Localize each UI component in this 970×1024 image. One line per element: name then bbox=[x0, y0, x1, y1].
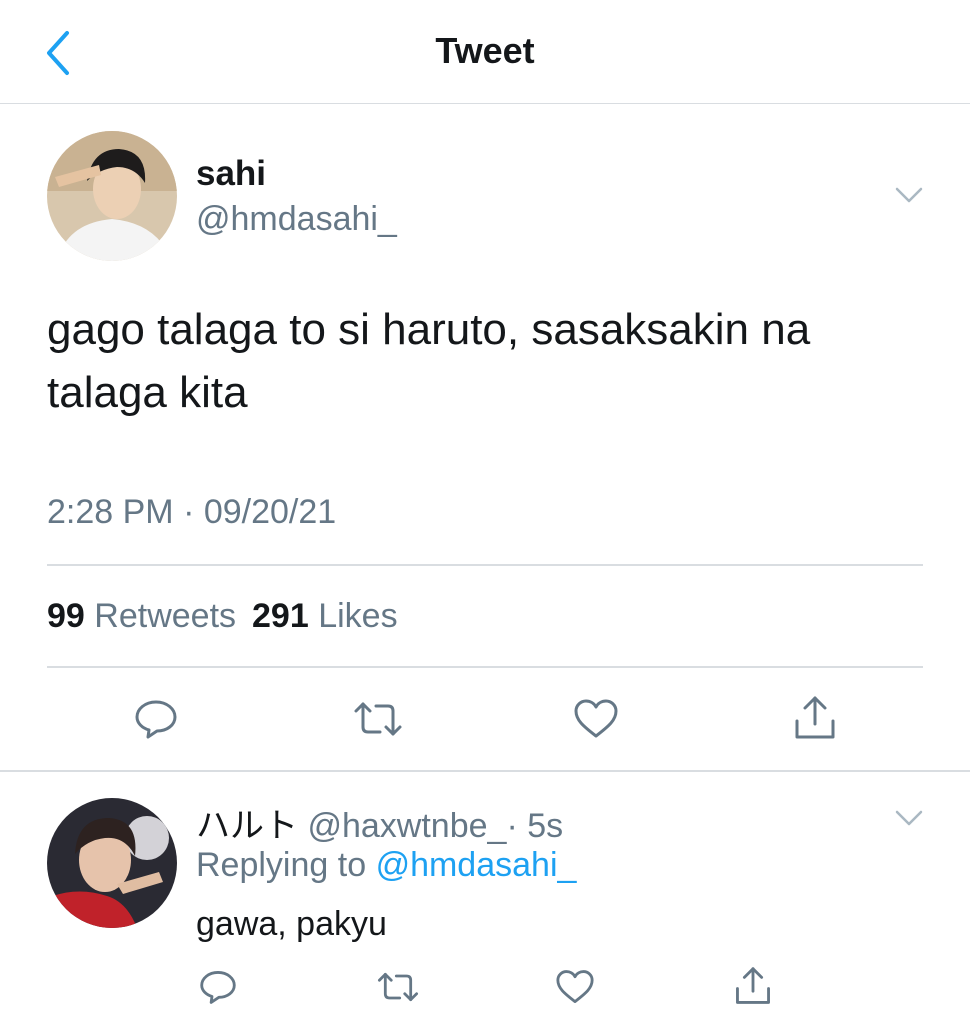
like-icon bbox=[556, 970, 594, 1003]
retweets-count: 99 bbox=[47, 597, 85, 635]
reply-time: · 5s bbox=[506, 807, 564, 845]
divider bbox=[47, 564, 923, 566]
reply-share-button[interactable] bbox=[731, 964, 775, 1008]
retweet-icon bbox=[354, 702, 402, 736]
likes-stat[interactable]: 291 Likes bbox=[252, 597, 398, 635]
replying-prefix: Replying to bbox=[196, 846, 367, 884]
chevron-down-icon bbox=[895, 187, 923, 203]
reply-author-name[interactable]: ハルト bbox=[196, 807, 298, 845]
tweet-stats: 99 Retweets 291 Likes bbox=[47, 597, 398, 636]
replying-to: Replying to @hmdasahi_ bbox=[196, 846, 576, 885]
author-handle[interactable]: @hmdasahi_ bbox=[196, 200, 397, 239]
reply-button[interactable] bbox=[130, 696, 182, 742]
tweet-timestamp: 2:28 PM · 09/20/21 bbox=[47, 493, 337, 531]
reply-reply-button[interactable] bbox=[196, 966, 240, 1008]
reply-header: ハルト @haxwtnbe_· 5s bbox=[196, 798, 563, 847]
tweet-menu-button[interactable] bbox=[889, 180, 929, 210]
retweets-label: Retweets bbox=[94, 597, 237, 635]
retweet-button[interactable] bbox=[350, 696, 406, 742]
retweets-stat[interactable]: 99 Retweets bbox=[47, 597, 236, 635]
replying-to-link[interactable]: @hmdasahi_ bbox=[376, 846, 577, 884]
page-title: Tweet bbox=[435, 30, 535, 71]
like-icon bbox=[574, 699, 618, 738]
likes-count: 291 bbox=[252, 597, 309, 635]
retweet-icon bbox=[377, 972, 419, 1002]
reply-text: gawa, pakyu bbox=[196, 905, 387, 943]
reply-author-handle[interactable]: @haxwtnbe_ bbox=[307, 807, 506, 845]
reply-menu-button[interactable] bbox=[889, 803, 929, 833]
share-button[interactable] bbox=[790, 694, 840, 742]
divider bbox=[0, 770, 970, 772]
like-button[interactable] bbox=[570, 696, 622, 742]
share-icon bbox=[736, 967, 770, 1004]
author-name[interactable]: sahi bbox=[196, 154, 266, 194]
top-bar: Tweet bbox=[0, 0, 970, 104]
reply-avatar[interactable] bbox=[47, 798, 177, 928]
tweet-text: gago talaga to si haruto, sasaksakin na … bbox=[47, 305, 811, 417]
avatar[interactable] bbox=[47, 131, 177, 261]
reply-retweet-button[interactable] bbox=[374, 966, 422, 1008]
reply-icon bbox=[200, 971, 236, 1004]
chevron-down-icon bbox=[895, 810, 923, 826]
share-icon bbox=[795, 696, 835, 739]
divider bbox=[47, 666, 923, 668]
likes-label: Likes bbox=[318, 597, 398, 635]
reply-icon bbox=[135, 700, 177, 739]
reply-like-button[interactable] bbox=[553, 966, 597, 1008]
